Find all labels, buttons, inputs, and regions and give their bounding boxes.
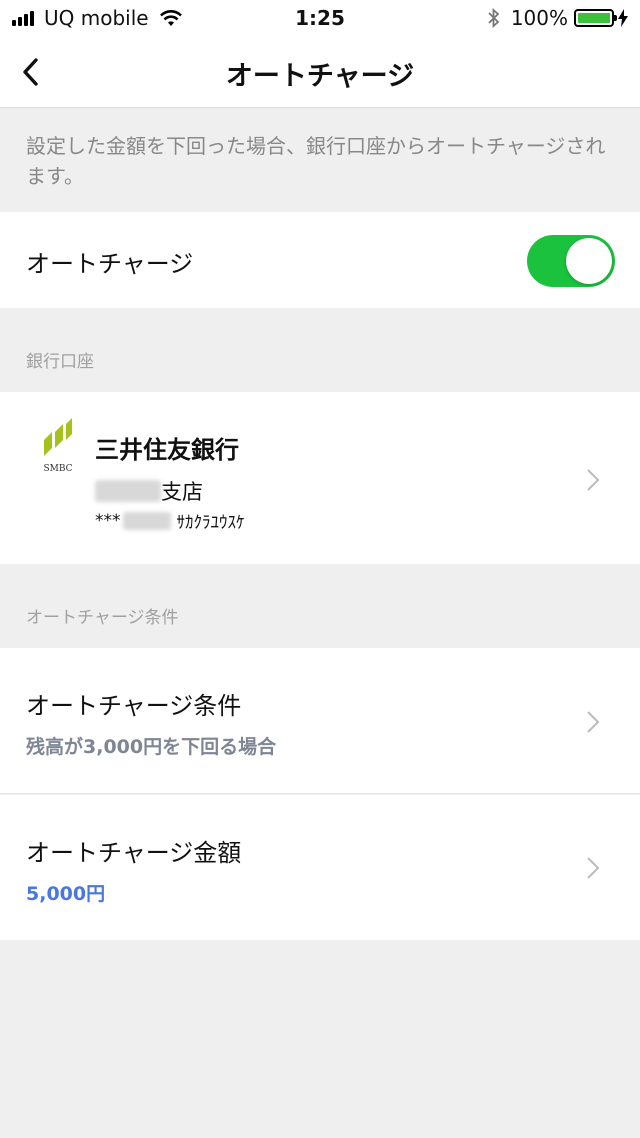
condition-title: オートチャージ条件 (26, 692, 242, 720)
auto-charge-condition-row[interactable]: オートチャージ条件 残高が3,000円を下回る場合 (0, 648, 640, 794)
amount-value: 5,000円 (26, 883, 106, 905)
battery-icon (574, 9, 617, 27)
redacted-branch (95, 480, 161, 502)
chevron-right-icon (587, 857, 600, 879)
page-title: オートチャージ (225, 61, 415, 92)
auto-charge-toggle-label: オートチャージ (26, 250, 194, 278)
account-line: *** ｻｶｸﾗﾕｳｽｹ (95, 508, 245, 534)
status-bar-right: 100% (487, 6, 628, 30)
account-number-prefix: *** (95, 510, 121, 531)
smbc-leaf-icon (44, 418, 72, 456)
bank-name: 三井住友銀行 (95, 436, 239, 464)
status-bar: UQ mobile 1:25 100% (0, 0, 640, 36)
charging-bolt-icon (618, 9, 628, 27)
toggle-knob (566, 238, 612, 284)
branch-suffix: 支店 (161, 480, 203, 504)
bluetooth-icon (488, 8, 500, 28)
branch-line: 支店 (95, 476, 203, 506)
account-holder-name: ｻｶｸﾗﾕｳｽｹ (176, 513, 245, 533)
condition-value: 残高が3,000円を下回る場合 (26, 736, 277, 758)
battery-percentage: 100% (510, 6, 568, 30)
chevron-right-icon (587, 711, 600, 733)
chevron-right-icon (587, 469, 600, 491)
auto-charge-toggle-row: オートチャージ (0, 212, 640, 308)
smbc-logo: SMBC (38, 418, 78, 474)
navigation-bar: オートチャージ (0, 36, 640, 108)
bank-section-header: 銀行口座 (26, 352, 94, 372)
description-text: 設定した金額を下回った場合、銀行口座からオートチャージされます。 (26, 134, 606, 188)
smbc-logo-text: SMBC (43, 464, 73, 474)
auto-charge-toggle[interactable] (527, 235, 615, 287)
auto-charge-amount-row[interactable]: オートチャージ金額 5,000円 (0, 795, 640, 940)
redacted-account-number (122, 511, 171, 530)
bank-account-row[interactable]: SMBC 三井住友銀行 支店 *** ｻｶｸﾗﾕｳｽｹ (0, 392, 640, 564)
conditions-section-header: オートチャージ条件 (26, 608, 179, 628)
amount-title: オートチャージ金額 (26, 839, 242, 867)
